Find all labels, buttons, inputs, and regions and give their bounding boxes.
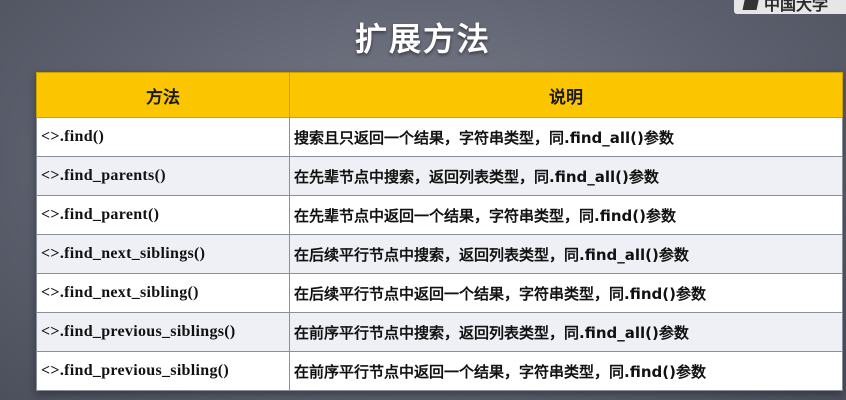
description-cell: 搜索且只返回一个结果，字符串类型，同.find_all()参数 [289, 117, 843, 157]
table-row: <>.find_parents() 在先辈节点中搜索，返回列表类型，同.find… [36, 156, 843, 196]
description-cell: 在先辈节点中搜索，返回列表类型，同.find_all()参数 [289, 156, 843, 196]
table-row: <>.find_parent() 在先辈节点中返回一个结果，字符串类型，同.fi… [36, 195, 843, 235]
method-cell: <>.find_previous_siblings() [36, 312, 290, 352]
table-row: <>.find_previous_siblings() 在前序平行节点中搜索，返… [36, 312, 843, 352]
method-cell: <>.find_parents() [36, 156, 290, 196]
table-row: <>.find() 搜索且只返回一个结果，字符串类型，同.find_all()参… [36, 117, 843, 157]
description-cell: 在前序平行节点中搜索，返回列表类型，同.find_all()参数 [289, 312, 843, 352]
method-cell: <>.find_parent() [36, 195, 290, 235]
column-header-description: 说明 [289, 72, 843, 118]
slide-title: 扩展方法 [354, 20, 491, 58]
table-header-row: 方法 说明 [36, 72, 843, 118]
description-cell: 在前序平行节点中返回一个结果，字符串类型，同.find()参数 [289, 351, 843, 391]
column-header-method: 方法 [36, 72, 290, 118]
logo-text: 中国大学 [764, 0, 829, 14]
description-cell: 在后续平行节点中返回一个结果，字符串类型，同.find()参数 [289, 273, 843, 313]
method-cell: <>.find() [36, 117, 290, 157]
description-cell: 在先辈节点中返回一个结果，字符串类型，同.find()参数 [289, 195, 843, 235]
table-row: <>.find_next_siblings() 在后续平行节点中搜索，返回列表类… [36, 234, 843, 274]
method-cell: <>.find_previous_sibling() [36, 351, 290, 391]
methods-table: 方法 说明 <>.find() 搜索且只返回一个结果，字符串类型，同.find_… [36, 72, 843, 391]
method-cell: <>.find_next_sibling() [36, 273, 290, 313]
mooc-logo: 中国大学 [734, 0, 846, 14]
methods-table-container: 方法 说明 <>.find() 搜索且只返回一个结果，字符串类型，同.find_… [36, 72, 843, 391]
logo-mark-icon [742, 0, 760, 10]
table-row: <>.find_next_sibling() 在后续平行节点中返回一个结果，字符… [36, 273, 843, 313]
table-row: <>.find_previous_sibling() 在前序平行节点中返回一个结… [36, 351, 843, 391]
description-cell: 在后续平行节点中搜索，返回列表类型，同.find_all()参数 [289, 234, 843, 274]
method-cell: <>.find_next_siblings() [36, 234, 290, 274]
